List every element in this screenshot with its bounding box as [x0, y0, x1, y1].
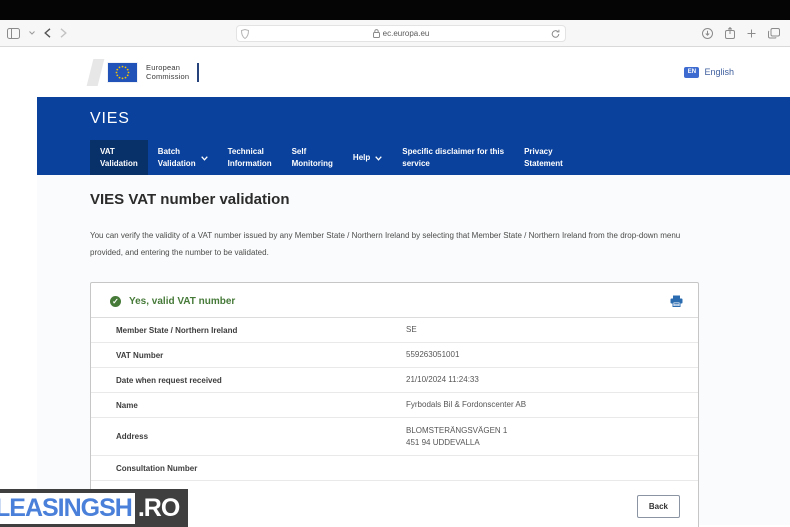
webpage: European Commission EN English VIES VATV… [37, 47, 790, 525]
ec-logo-text: European Commission [146, 63, 189, 81]
page-title: VIES VAT number validation [90, 191, 790, 208]
share-icon[interactable] [725, 27, 735, 39]
chevron-down-icon [375, 156, 382, 161]
vies-header: VIES VATValidation BatchValidation Techn… [37, 97, 790, 175]
address-value: BLOMSTERÄNGSVÄGEN 1 451 94 UDDEVALLA [406, 421, 507, 453]
table-row: Member State / Northern Ireland SE [91, 318, 698, 343]
nav-self-monitoring[interactable]: SelfMonitoring [282, 140, 343, 175]
back-icon[interactable] [44, 28, 51, 38]
member-state-value: SE [406, 320, 417, 340]
tabs-icon[interactable] [768, 28, 780, 39]
validation-status: Yes, valid VAT number [129, 296, 235, 307]
address-bar[interactable]: ec.europa.eu [236, 25, 566, 42]
watermark-tld: .RO [135, 494, 179, 523]
new-tab-icon[interactable] [747, 29, 756, 38]
table-row: VAT Number 559263051001 [91, 343, 698, 368]
result-table: Member State / Northern Ireland SE VAT N… [91, 318, 698, 481]
nav-batch-validation[interactable]: BatchValidation [148, 140, 218, 175]
download-icon[interactable] [702, 28, 713, 39]
table-row: Date when request received 21/10/2024 11… [91, 368, 698, 393]
main-content: VIES VAT number validation You can verif… [37, 175, 790, 525]
vat-number-value: 559263051001 [406, 345, 459, 365]
table-row: Consultation Number [91, 456, 698, 481]
back-button[interactable]: Back [637, 495, 680, 518]
watermark-brand: LEASINGSH [0, 494, 132, 522]
page-description: You can verify the validity of a VAT num… [90, 227, 708, 261]
masthead: European Commission EN English [37, 47, 790, 97]
european-commission-logo[interactable]: European Commission [90, 59, 199, 86]
nav-help[interactable]: Help [343, 140, 392, 175]
ec-logo-shape [87, 59, 105, 86]
browser-toolbar: ec.europa.eu [0, 20, 790, 47]
language-label: English [704, 67, 734, 77]
sidebar-icon[interactable] [7, 28, 20, 39]
result-card-header: ✓ Yes, valid VAT number [91, 283, 698, 318]
refresh-icon[interactable] [551, 29, 560, 41]
nav-vat-validation[interactable]: VATValidation [90, 140, 148, 175]
nav-technical-information[interactable]: TechnicalInformation [218, 140, 282, 175]
printer-icon[interactable] [670, 295, 683, 307]
shield-icon [241, 29, 249, 41]
nav-specific-disclaimer[interactable]: Specific disclaimer for thisservice [392, 140, 514, 175]
company-name-value: Fyrbodals Bil & Fordonscenter AB [406, 395, 526, 415]
language-badge: EN [684, 67, 699, 78]
table-row: Name Fyrbodals Bil & Fordonscenter AB [91, 393, 698, 418]
language-selector[interactable]: EN English [684, 67, 734, 78]
url-text: ec.europa.eu [383, 29, 430, 38]
main-nav: VATValidation BatchValidation TechnicalI… [90, 140, 573, 175]
nav-privacy-statement[interactable]: PrivacyStatement [514, 140, 573, 175]
watermark: LEASINGSH.RO [0, 489, 188, 527]
eu-flag-icon [108, 63, 137, 82]
chevron-down-icon[interactable] [29, 31, 35, 35]
check-circle-icon: ✓ [110, 296, 121, 307]
site-title: VIES [90, 110, 790, 128]
ec-logo-bar [197, 63, 199, 82]
request-date-value: 21/10/2024 11:24:33 [406, 370, 479, 390]
lock-icon [373, 29, 380, 38]
chevron-down-icon [201, 156, 208, 161]
table-row: Address BLOMSTERÄNGSVÄGEN 1 451 94 UDDEV… [91, 418, 698, 456]
system-menubar [0, 0, 790, 20]
forward-icon[interactable] [60, 28, 67, 38]
